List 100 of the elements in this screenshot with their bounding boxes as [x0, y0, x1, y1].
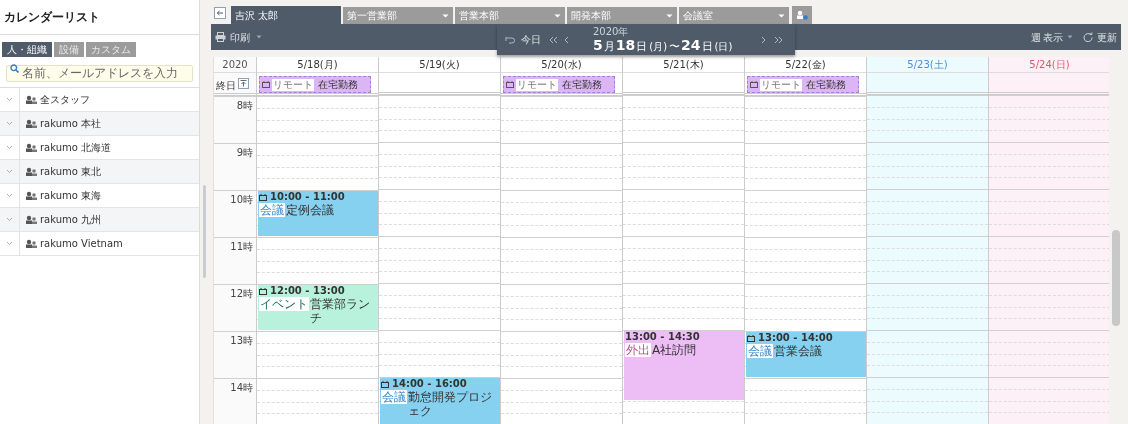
all-day-event[interactable]: リモート 在宅勤務	[747, 76, 859, 93]
group-name: rakumo Vietnam	[40, 237, 123, 251]
all-day-label: 終日	[216, 79, 236, 93]
previous-week-button[interactable]	[564, 35, 569, 44]
event-time: 10:00 - 11:00	[270, 191, 345, 203]
chevron-icon	[6, 217, 13, 222]
calendar-event[interactable]: 10:00 - 11:00 会議 定例会議	[258, 191, 378, 236]
chevron-icon	[6, 169, 13, 174]
event-tag: 外出	[625, 343, 651, 357]
hour-label: 12時	[230, 287, 253, 301]
event-tag: イベント	[259, 297, 309, 311]
caret-icon	[256, 35, 262, 39]
calendar-icon	[259, 193, 267, 201]
date-range: 5月 18日 (月) 〜24 日 (日)	[593, 38, 734, 52]
caret-icon	[666, 13, 673, 18]
chevron-icon	[6, 241, 13, 246]
group-icon	[25, 215, 37, 224]
printer-icon	[215, 32, 226, 42]
hour-label: 10時	[230, 193, 253, 207]
event-tag: リモート	[272, 78, 314, 91]
event-tag: 会議	[747, 344, 773, 358]
event-title: 在宅勤務	[806, 78, 846, 92]
event-title: 営業部ランチ	[310, 297, 371, 325]
all-day-event[interactable]: リモート 在宅勤務	[259, 76, 371, 93]
sidebar-scrollbar[interactable]	[203, 185, 206, 278]
view-dropdown[interactable]: 週 表示	[1031, 29, 1073, 45]
group-icon	[25, 95, 37, 104]
collapse-button[interactable]	[214, 7, 226, 19]
event-title: A社訪問	[652, 343, 697, 357]
next-month-button[interactable]	[774, 35, 783, 44]
today-button[interactable]: 今日	[505, 32, 541, 47]
sidebar-item[interactable]: rakumo 北海道	[0, 136, 199, 160]
refresh-button[interactable]: 更新	[1083, 29, 1117, 45]
event-tag: リモート	[760, 78, 802, 91]
group-name: rakumo 北海道	[40, 141, 112, 155]
event-title: 在宅勤務	[562, 78, 602, 92]
sidebar-item[interactable]: rakumo Vietnam	[0, 232, 199, 256]
undo-icon	[505, 35, 516, 44]
calendar-icon	[262, 81, 270, 88]
calendar-scrollbar[interactable]	[1112, 230, 1120, 326]
calendar-tab[interactable]: 吉沢 太郎	[231, 6, 341, 24]
caret-icon	[554, 13, 561, 18]
sidebar-item[interactable]: rakumo 東海	[0, 184, 199, 208]
event-time: 14:00 - 16:00	[392, 378, 467, 390]
day-header: 5/24(日)	[989, 57, 1109, 73]
next-week-button[interactable]	[761, 35, 766, 44]
double-chevron-right-icon	[774, 35, 783, 44]
group-icon	[25, 167, 37, 176]
sidebar-item[interactable]: rakumo 東北	[0, 160, 199, 184]
caret-icon	[442, 13, 449, 18]
event-title: 在宅勤務	[318, 78, 358, 92]
search-field[interactable]: 名前、メールアドレスを入力	[6, 64, 193, 82]
sidebar-title: カレンダーリスト	[0, 0, 199, 35]
print-button[interactable]: 印刷	[215, 29, 262, 45]
arrow-up-icon	[240, 80, 247, 87]
add-user-button[interactable]	[792, 6, 812, 24]
search-icon	[10, 64, 19, 73]
hour-label: 8時	[236, 99, 253, 113]
sidebar-item[interactable]: rakumo 九州	[0, 208, 199, 232]
hour-label: 14時	[230, 381, 253, 395]
hour-label: 13時	[230, 334, 253, 348]
chevron-left-icon	[564, 35, 569, 44]
event-time: 12:00 - 13:00	[270, 285, 345, 297]
calendar-icon	[747, 334, 755, 342]
group-icon	[25, 191, 37, 200]
event-tag: リモート	[516, 78, 558, 91]
previous-month-button[interactable]	[549, 35, 558, 44]
calendar-event[interactable]: 14:00 - 16:00 会議 勤怠開発プロジェク	[380, 378, 500, 424]
arrow-left-icon	[216, 10, 224, 16]
sidebar-item[interactable]: 全スタッフ	[0, 88, 199, 112]
chevron-icon	[6, 121, 13, 126]
group-name: rakumo 東海	[40, 189, 102, 203]
group-name: rakumo 東北	[40, 165, 102, 179]
group-name: 全スタッフ	[40, 93, 90, 107]
event-tag: 会議	[381, 390, 407, 404]
calendar-event[interactable]: 13:00 - 14:00 会議 営業会議	[746, 332, 866, 377]
calendar-event[interactable]: 13:00 - 14:30 外出 A社訪問	[624, 331, 744, 400]
group-icon	[25, 143, 37, 152]
group-name: rakumo 本社	[40, 117, 102, 131]
calendar-icon	[750, 81, 758, 88]
event-tag: 会議	[259, 203, 285, 217]
hour-label: 9時	[236, 146, 253, 160]
sidebar-item[interactable]: rakumo 本社	[0, 112, 199, 136]
group-icon	[25, 239, 37, 248]
chevron-right-icon	[761, 35, 766, 44]
year-label: 2020年	[593, 27, 630, 37]
hour-label: 11時	[230, 240, 253, 254]
all-day-event[interactable]: リモート 在宅勤務	[503, 76, 615, 93]
event-title: 営業会議	[774, 344, 822, 358]
group-icon	[25, 119, 37, 128]
sidebar-tab[interactable]: 人・組織	[2, 42, 52, 57]
calendar-icon	[506, 81, 514, 88]
calendar-event[interactable]: 12:00 - 13:00 イベント 営業部ランチ	[258, 285, 378, 330]
event-time: 13:00 - 14:00	[758, 332, 833, 344]
caret-icon	[1067, 35, 1073, 39]
chevron-icon	[6, 145, 13, 150]
double-chevron-left-icon	[549, 35, 558, 44]
collapse-all-day-button[interactable]	[238, 78, 249, 89]
event-title: 勤怠開発プロジェク	[408, 390, 493, 418]
chevron-icon	[6, 193, 13, 198]
